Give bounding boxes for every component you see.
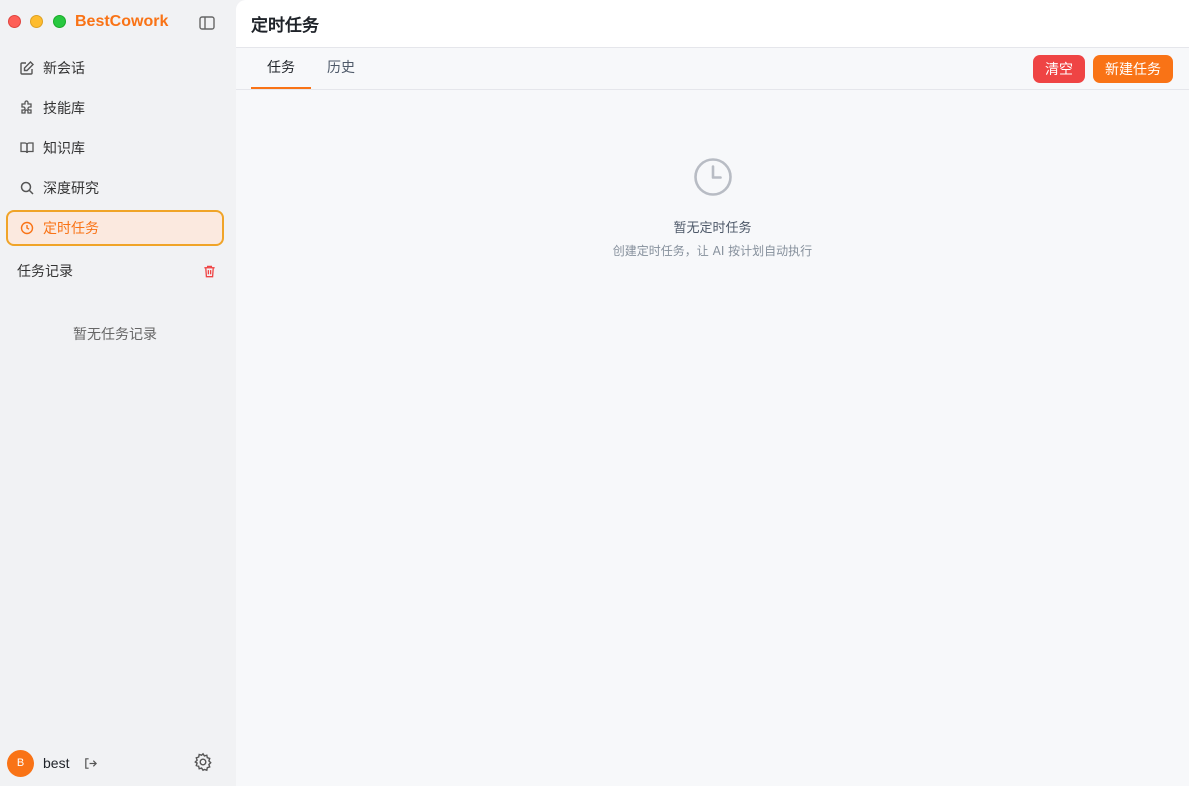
gear-icon[interactable] [193, 752, 213, 772]
empty-state: 暂无定时任务 创建定时任务，让 AI 按计划自动执行 [236, 155, 1189, 259]
user-bar: B best [7, 749, 217, 777]
app-brand: BestCowork [75, 13, 169, 30]
trash-icon[interactable] [202, 264, 217, 279]
maximize-window-button[interactable] [53, 15, 66, 28]
clock-icon [19, 220, 35, 236]
sidebar-item-new-chat[interactable]: 新会话 [6, 50, 224, 86]
sidebar-item-label: 新会话 [43, 61, 85, 77]
sidebar: BestCowork 新会话 技能库 知识库 深度研究 定时任务 任务记录 暂无… [0, 0, 235, 786]
empty-title: 暂无定时任务 [673, 221, 752, 236]
sidebar-nav: 新会话 技能库 知识库 深度研究 定时任务 [6, 50, 224, 250]
clear-button[interactable]: 清空 [1033, 55, 1085, 83]
sidebar-item-label: 知识库 [43, 141, 85, 157]
avatar[interactable]: B [7, 749, 34, 777]
puzzle-icon [19, 100, 35, 116]
sidebar-item-scheduled-tasks[interactable]: 定时任务 [6, 210, 224, 246]
sidebar-item-skills[interactable]: 技能库 [6, 90, 224, 126]
clock-icon [691, 155, 735, 199]
book-icon [19, 140, 35, 156]
user-name: best [43, 755, 70, 771]
empty-subtitle: 创建定时任务，让 AI 按计划自动执行 [612, 244, 813, 258]
edit-icon [19, 60, 35, 76]
main-panel: 定时任务 任务 历史 清空 新建任务 暂无定时任务 创建定时任务，让 AI 按计… [236, 0, 1189, 786]
titlebar: BestCowork [0, 0, 235, 46]
tabs-bar: 任务 历史 清空 新建任务 [236, 48, 1189, 90]
sidebar-item-label: 定时任务 [43, 221, 99, 237]
page-title: 定时任务 [251, 16, 319, 36]
task-history-empty: 暂无任务记录 [73, 327, 157, 343]
task-history-title: 任务记录 [17, 264, 73, 280]
new-task-button[interactable]: 新建任务 [1093, 55, 1173, 83]
sidebar-toggle-icon[interactable] [198, 14, 216, 32]
logout-icon[interactable] [83, 756, 98, 771]
sidebar-item-label: 深度研究 [43, 181, 99, 197]
tab-history[interactable]: 历史 [316, 48, 366, 89]
tab-tasks[interactable]: 任务 [251, 48, 311, 89]
task-history-header: 任务记录 [17, 262, 217, 280]
sidebar-item-label: 技能库 [43, 101, 85, 117]
sidebar-item-deep-research[interactable]: 深度研究 [6, 170, 224, 206]
minimize-window-button[interactable] [30, 15, 43, 28]
close-window-button[interactable] [8, 15, 21, 28]
search-icon [19, 180, 35, 196]
main-header: 定时任务 [236, 0, 1189, 48]
sidebar-item-knowledge[interactable]: 知识库 [6, 130, 224, 166]
